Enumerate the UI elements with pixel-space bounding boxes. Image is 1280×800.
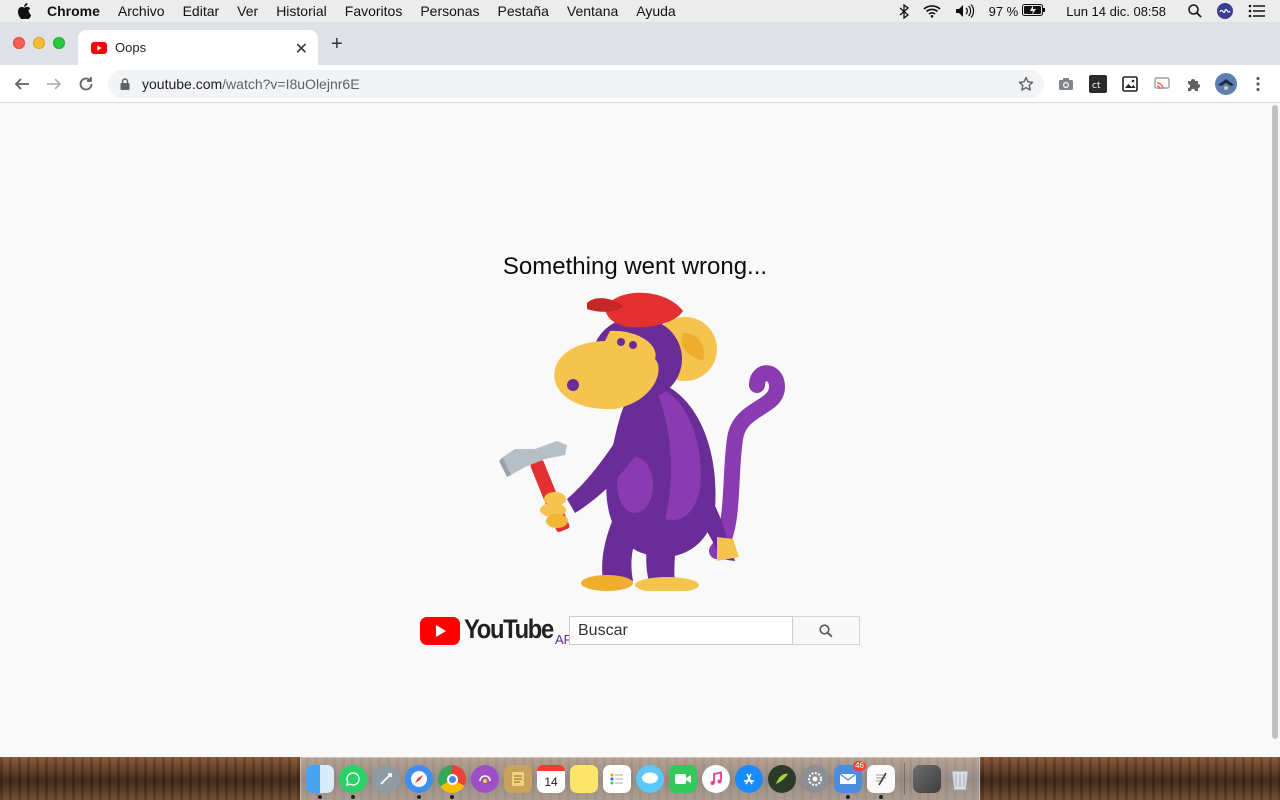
chrome-menu-icon[interactable] bbox=[1249, 75, 1267, 93]
mail-unread-badge: 46 bbox=[853, 761, 866, 771]
spotlight-search-icon[interactable] bbox=[1188, 4, 1202, 18]
dock: 14 46 bbox=[300, 757, 980, 800]
youtube-favicon-icon bbox=[91, 41, 107, 54]
textedit-icon[interactable] bbox=[867, 765, 895, 799]
facetime-icon[interactable] bbox=[669, 765, 697, 793]
menu-favoritos[interactable]: Favoritos bbox=[345, 3, 403, 19]
window-minimize-button[interactable] bbox=[33, 37, 45, 49]
app-store-icon[interactable] bbox=[735, 765, 763, 793]
bluetooth-icon[interactable] bbox=[899, 3, 909, 19]
ct-extension-icon[interactable]: ct bbox=[1089, 75, 1107, 93]
menu-ver[interactable]: Ver bbox=[237, 3, 258, 19]
tab-title: Oops bbox=[115, 40, 147, 55]
itunes-icon[interactable] bbox=[702, 765, 730, 793]
menu-ayuda[interactable]: Ayuda bbox=[636, 3, 675, 19]
error-message: Something went wrong... bbox=[502, 253, 768, 280]
messages-icon[interactable] bbox=[636, 765, 664, 793]
image-extension-icon[interactable] bbox=[1121, 75, 1139, 93]
vertical-scrollbar[interactable] bbox=[1270, 103, 1280, 757]
menu-ventana[interactable]: Ventana bbox=[567, 3, 618, 19]
new-tab-button[interactable]: + bbox=[331, 34, 343, 54]
apple-icon[interactable] bbox=[17, 3, 37, 19]
page-content: Something went wrong... YouTube AR Busca… bbox=[0, 103, 1270, 757]
clock[interactable]: Lun 14 dic. 08:58 bbox=[1066, 4, 1166, 19]
trash-icon[interactable] bbox=[946, 765, 974, 793]
mail-icon[interactable]: 46 bbox=[834, 761, 866, 799]
wifi-icon[interactable] bbox=[923, 4, 941, 18]
system-preferences-icon[interactable] bbox=[801, 765, 829, 793]
search-input[interactable]: Buscar bbox=[569, 616, 793, 645]
extensions-puzzle-icon[interactable] bbox=[1185, 75, 1203, 93]
youtube-wordmark: YouTube bbox=[464, 614, 554, 644]
menu-personas[interactable]: Personas bbox=[420, 3, 479, 19]
address-bar[interactable]: youtube.com /watch?v=I8uOlejnr6E bbox=[108, 70, 1044, 98]
window-close-button[interactable] bbox=[13, 37, 25, 49]
window-maximize-button[interactable] bbox=[53, 37, 65, 49]
camera-extension-icon[interactable] bbox=[1057, 75, 1075, 93]
battery-indicator[interactable]: 97 % bbox=[988, 3, 1047, 19]
youtube-play-icon bbox=[420, 617, 460, 645]
dock-separator bbox=[904, 763, 905, 795]
menu-pestana[interactable]: Pestaña bbox=[498, 3, 549, 19]
menu-historial[interactable]: Historial bbox=[276, 3, 327, 19]
profile-avatar[interactable] bbox=[1215, 73, 1237, 95]
youtube-logo[interactable]: YouTube AR bbox=[420, 614, 573, 647]
back-button[interactable] bbox=[12, 74, 32, 94]
reload-button[interactable] bbox=[76, 74, 96, 94]
chrome-icon[interactable] bbox=[438, 765, 466, 799]
safari-icon[interactable] bbox=[405, 765, 433, 799]
status-area: 97 % Lun 14 dic. 08:58 bbox=[899, 0, 1280, 22]
finder-icon[interactable] bbox=[306, 765, 334, 799]
menu-bar: Chrome Archivo Editar Ver Historial Favo… bbox=[0, 0, 1280, 22]
url-path: /watch?v=I8uOlejnr6E bbox=[222, 76, 360, 92]
search-icon bbox=[819, 623, 833, 637]
browser-toolbar: youtube.com /watch?v=I8uOlejnr6E ct bbox=[0, 65, 1280, 103]
monkey-with-hammer-illustration bbox=[499, 292, 785, 591]
app-name-menu[interactable]: Chrome bbox=[47, 3, 100, 19]
menu-editar[interactable]: Editar bbox=[183, 3, 220, 19]
tab-close-icon[interactable]: ✕ bbox=[295, 39, 308, 59]
whatsapp-icon[interactable] bbox=[339, 765, 367, 799]
reminders-icon[interactable] bbox=[603, 765, 631, 793]
tab-active[interactable]: Oops ✕ bbox=[78, 30, 318, 65]
cast-extension-icon[interactable] bbox=[1153, 75, 1171, 93]
downloads-stack-icon[interactable] bbox=[913, 765, 941, 793]
stickies-icon[interactable] bbox=[570, 765, 598, 793]
calendar-icon[interactable]: 14 bbox=[537, 765, 565, 793]
menu-archivo[interactable]: Archivo bbox=[118, 3, 165, 19]
notification-center-icon[interactable] bbox=[1248, 4, 1266, 18]
forward-button[interactable] bbox=[44, 74, 64, 94]
siri-icon[interactable] bbox=[1216, 2, 1234, 20]
vpn-icon[interactable] bbox=[768, 765, 796, 793]
search-button[interactable] bbox=[793, 616, 860, 645]
scrollbar-thumb[interactable] bbox=[1272, 105, 1278, 739]
battery-percentage: 97 % bbox=[988, 3, 1019, 19]
tab-strip: Oops ✕ + bbox=[0, 22, 1280, 65]
launchpad-icon[interactable] bbox=[372, 765, 400, 793]
battery-charging-icon bbox=[1022, 3, 1046, 19]
url-host: youtube.com bbox=[142, 76, 223, 92]
bookmark-star-icon[interactable] bbox=[1018, 76, 1034, 95]
lock-icon[interactable] bbox=[120, 78, 130, 90]
volume-icon[interactable] bbox=[955, 4, 975, 18]
notes-app-icon[interactable] bbox=[504, 765, 532, 793]
podcast-icon[interactable] bbox=[471, 765, 499, 793]
browser-window: Oops ✕ + youtube.com /watch?v=I8uOlejnr6… bbox=[0, 22, 1280, 757]
svg-text:ct: ct bbox=[1092, 81, 1101, 91]
calendar-day: 14 bbox=[544, 774, 558, 789]
